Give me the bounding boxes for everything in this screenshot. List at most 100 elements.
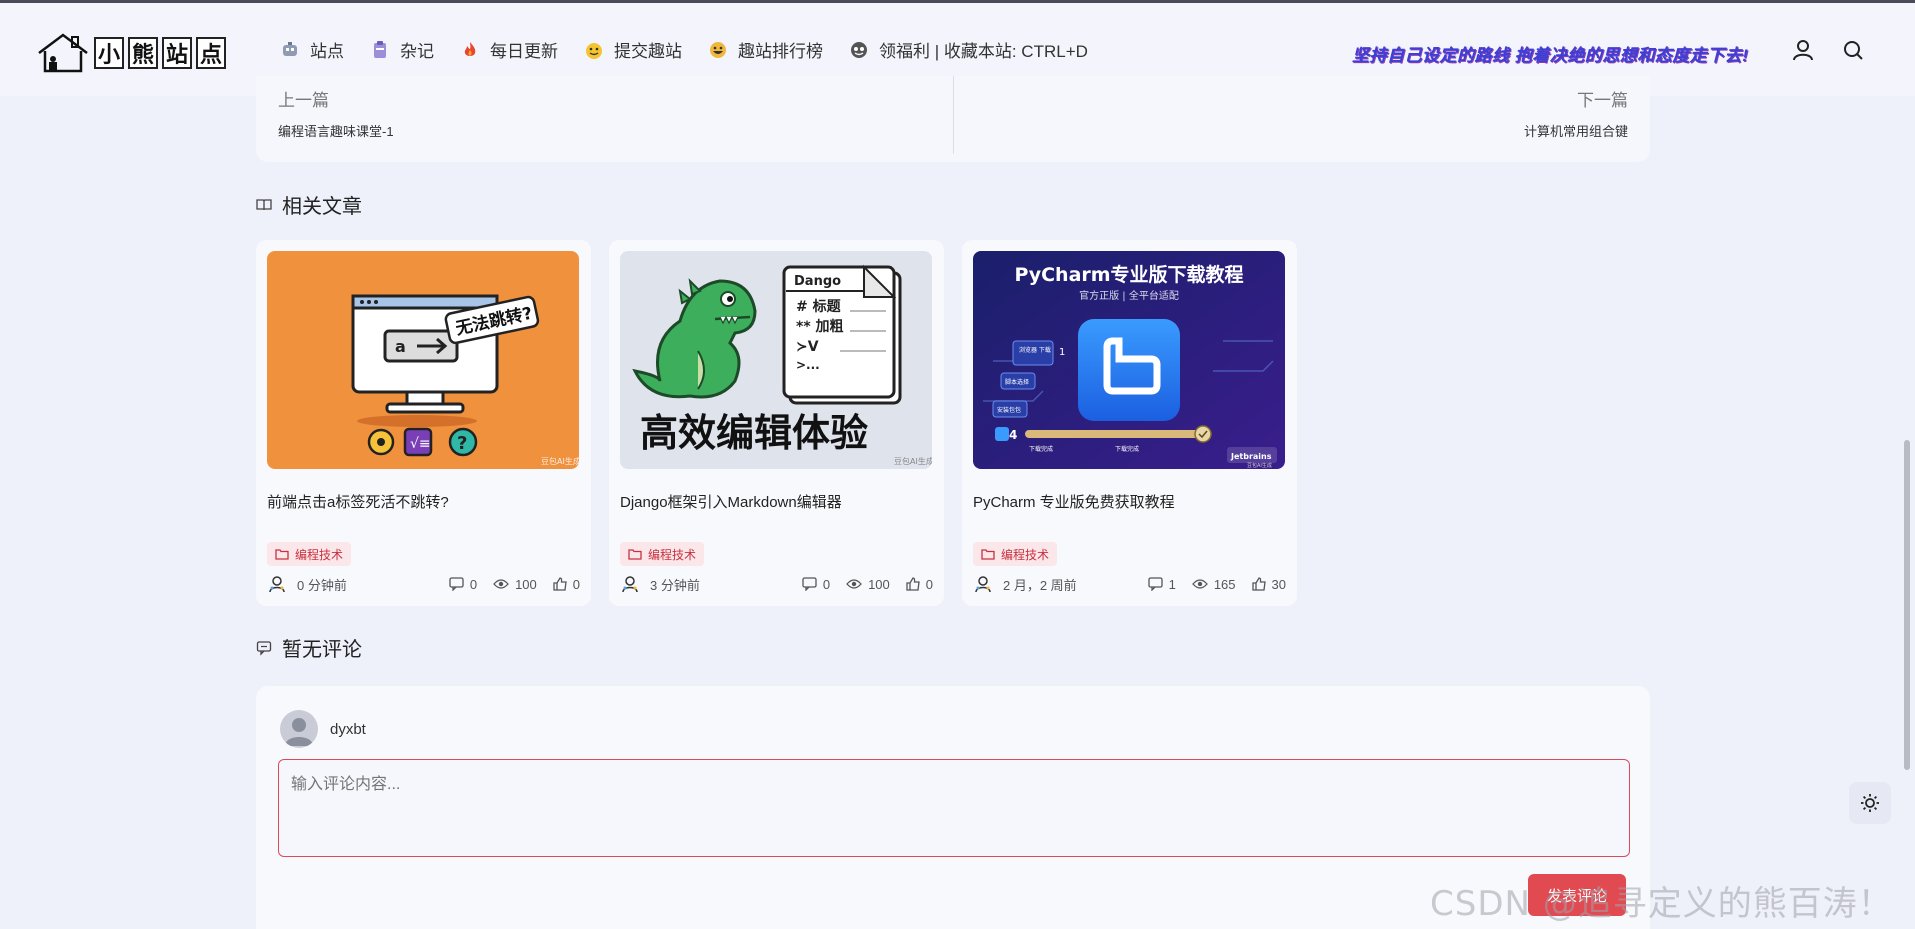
nav-item-sites[interactable]: 站点	[280, 37, 344, 62]
divider	[953, 76, 954, 154]
tag-label: 编程技术	[648, 547, 697, 562]
card-meta: 2 月，2 周前 1 165 30	[973, 574, 1286, 594]
category-tag[interactable]: 编程技术	[267, 542, 352, 566]
card-meta: 3 分钟前 0 100 0	[620, 574, 933, 594]
prev-title: 编程语言趣味课堂-1	[278, 124, 394, 139]
nav-label: 站点	[310, 42, 344, 61]
site-slogan: 坚持自己设定的路线 抱着决绝的思想和态度走下去!	[1352, 46, 1749, 65]
related-heading-text: 相关文章	[282, 196, 362, 218]
post-time: 0 分钟前	[297, 577, 347, 593]
comment-count: 0	[802, 577, 830, 592]
nav-item-bookmark[interactable]: 领福利 | 收藏本站: CTRL+D	[849, 37, 1088, 62]
category-tag[interactable]: 编程技术	[620, 542, 705, 566]
nav-label: 提交趣站	[614, 42, 682, 61]
next-title: 计算机常用组合键	[1523, 124, 1628, 139]
card-thumbnail[interactable]: PyCharm专业版下载教程 官方正版 | 全平台适配 浏览器 下载 1 脚本选…	[973, 251, 1285, 469]
comments-heading: 暂无评论	[256, 633, 362, 662]
comment-icon	[802, 577, 817, 591]
folder-icon	[628, 549, 642, 560]
logo-char: 熊	[128, 37, 158, 69]
view-count: 100	[493, 577, 537, 592]
thumb-watermark: 豆包AI生成	[541, 456, 579, 466]
svg-text:** 加粗: ** 加粗	[796, 318, 844, 335]
nav-label: 每日更新	[490, 42, 558, 61]
svg-text:≻V: ≻V	[796, 339, 819, 355]
like-count[interactable]: 30	[1251, 577, 1286, 592]
robot-icon	[280, 40, 300, 60]
next-post-link[interactable]: 下一篇 计算机常用组合键	[1524, 86, 1628, 140]
svg-text:4: 4	[1009, 428, 1017, 442]
site-logo[interactable]: 小 熊 站 点	[36, 31, 226, 75]
thumb-title: PyCharm专业版下载教程	[1014, 263, 1243, 286]
svg-text:?: ?	[457, 433, 467, 454]
related-card[interactable]: a 无法跳转? √≡ ? 豆包AI生成 前端点击a标签死活不跳转? 编程技术 0…	[256, 240, 591, 606]
author-avatar-icon	[269, 576, 285, 593]
like-count[interactable]: 0	[906, 577, 933, 592]
user-icon	[1793, 40, 1813, 61]
next-label: 下一篇	[1577, 91, 1628, 110]
card-meta: 0 分钟前 0 100 0	[267, 574, 580, 594]
svg-text:1: 1	[1059, 347, 1065, 358]
nav-item-notes[interactable]: 杂记	[370, 37, 434, 62]
card-thumbnail[interactable]: a 无法跳转? √≡ ? 豆包AI生成	[267, 251, 579, 469]
gift-icon	[849, 40, 869, 60]
book-icon	[256, 198, 272, 210]
thumbs-up-icon	[1251, 577, 1266, 591]
thumbs-up-icon	[906, 577, 920, 591]
clipboard-icon	[370, 40, 390, 60]
comment-count: 1	[1147, 577, 1176, 592]
theme-toggle-button[interactable]	[1849, 782, 1891, 824]
svg-text:>...: >...	[796, 358, 820, 372]
comment-input[interactable]	[278, 759, 1630, 857]
prev-post-link[interactable]: 上一篇 编程语言趣味课堂-1	[278, 86, 394, 140]
nav-item-ranking[interactable]: 趣站排行榜	[708, 37, 823, 62]
smile-icon	[584, 40, 604, 60]
thumb-doc-title: Dango	[794, 274, 841, 289]
logo-char: 站	[162, 37, 192, 69]
page-scrollbar[interactable]	[1904, 440, 1910, 770]
card-thumbnail[interactable]: Dango # 标题 ** 加粗 ≻V >... 高效编辑体验 豆包AI生成	[620, 251, 932, 469]
nav-item-submit[interactable]: 提交趣站	[584, 37, 682, 62]
fire-icon	[460, 40, 480, 60]
author-avatar-icon	[622, 576, 638, 593]
logo-char: 点	[196, 37, 226, 69]
svg-text:脚本选择: 脚本选择	[1005, 378, 1029, 386]
related-card[interactable]: Dango # 标题 ** 加粗 ≻V >... 高效编辑体验 豆包AI生成 D…	[609, 240, 944, 606]
thumb-caption: 高效编辑体验	[640, 411, 868, 455]
like-count[interactable]: 0	[553, 577, 580, 592]
folder-icon	[981, 549, 995, 560]
tag-label: 编程技术	[1001, 547, 1050, 562]
card-title[interactable]: Django框架引入Markdown编辑器	[620, 491, 842, 512]
comment-icon	[1147, 577, 1163, 591]
folder-icon	[275, 549, 289, 560]
related-card[interactable]: PyCharm专业版下载教程 官方正版 | 全平台适配 浏览器 下载 1 脚本选…	[962, 240, 1297, 606]
svg-text:安装包包: 安装包包	[997, 406, 1021, 414]
user-button[interactable]	[1790, 37, 1816, 63]
tag-label: 编程技术	[295, 547, 344, 562]
eye-icon	[493, 579, 509, 589]
grin-icon	[708, 40, 728, 60]
search-button[interactable]	[1840, 37, 1866, 63]
svg-text:Jetbrains: Jetbrains	[1230, 452, 1272, 461]
username: dyxbt	[330, 720, 366, 738]
svg-text:豆包AI生成: 豆包AI生成	[1247, 462, 1272, 469]
comments-heading-text: 暂无评论	[282, 639, 362, 661]
sun-icon	[1861, 794, 1879, 812]
category-tag[interactable]: 编程技术	[973, 542, 1058, 566]
svg-text:√≡: √≡	[410, 436, 431, 452]
nav-label: 领福利 | 收藏本站: CTRL+D	[879, 42, 1088, 61]
search-icon	[1844, 41, 1863, 60]
svg-text:下载完成: 下载完成	[1029, 445, 1053, 453]
comment-user: dyxbt	[280, 710, 366, 748]
avatar	[280, 710, 318, 748]
comment-count: 0	[449, 577, 477, 592]
svg-text:官方正版 | 全平台适配: 官方正版 | 全平台适配	[1079, 289, 1179, 302]
post-time: 3 分钟前	[650, 577, 700, 593]
post-time: 2 月，2 周前	[1003, 577, 1077, 593]
svg-text:下载完成: 下载完成	[1115, 445, 1139, 453]
card-title[interactable]: PyCharm 专业版免费获取教程	[973, 491, 1175, 512]
card-title[interactable]: 前端点击a标签死活不跳转?	[267, 491, 449, 512]
comment-icon	[449, 577, 464, 591]
nav-item-daily[interactable]: 每日更新	[460, 37, 558, 62]
view-count: 100	[846, 577, 890, 592]
